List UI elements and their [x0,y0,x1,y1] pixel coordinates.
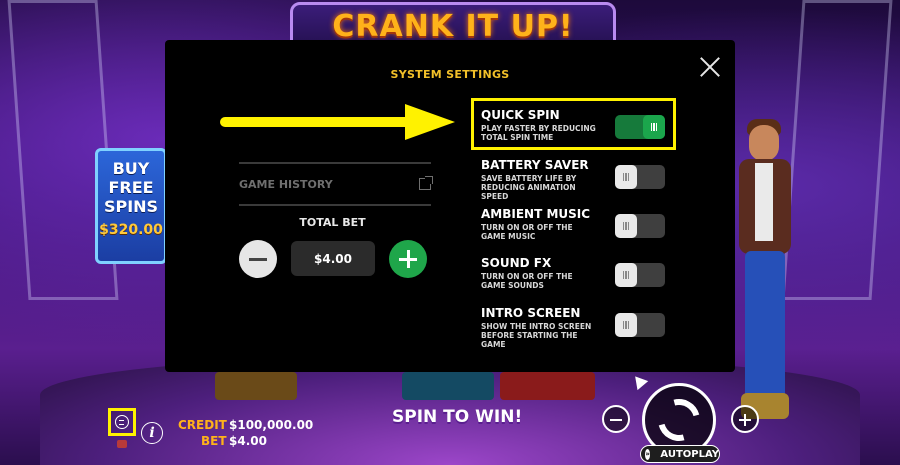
setting-description: TURN ON OR OFF THE GAME MUSIC [481,223,573,241]
setting-quick-spin: QUICK SPIN PLAY FASTER BY REDUCING TOTAL… [481,108,665,152]
credit-value: $100,000.00 [229,418,314,432]
setting-description: SAVE BATTERY LIFE BY REDUCING ANIMATION … [481,174,577,201]
reel-symbol-peek [500,372,595,400]
grip-icon [623,173,629,181]
credit-label: CREDIT [178,418,227,432]
total-bet-label: TOTAL BET [299,216,366,229]
info-button[interactable]: i [141,422,163,444]
game-history-label: GAME HISTORY [239,177,333,191]
grip-icon [623,271,629,279]
toggle-knob [615,165,637,189]
reel-symbol-peek [215,372,297,400]
character-head [749,125,779,161]
arrow-annotation [220,104,485,140]
character-legs [745,251,785,406]
bet-decrease-button[interactable] [602,405,630,433]
sound-icon[interactable] [117,440,127,448]
spin-to-win-banner: SPIN TO WIN! [392,407,523,427]
ambient-music-toggle[interactable] [615,214,665,238]
close-icon[interactable] [697,54,723,80]
setting-sound-fx: SOUND FX TURN ON OR OFF THE GAME SOUNDS [481,256,665,300]
setting-description: SHOW THE INTRO SCREEN BEFORE STARTING TH… [481,322,592,349]
decrease-bet-button[interactable] [239,240,277,278]
grip-icon [623,321,629,329]
buy-free-spins-button[interactable]: BUY FREE SPINS $320.00 [95,148,167,264]
grip-icon [623,222,629,230]
buy-free-price: $320.00 [99,222,163,238]
toggle-knob [615,263,637,287]
increase-bet-button[interactable] [389,240,427,278]
divider [239,162,431,164]
battery-saver-toggle[interactable] [615,165,665,189]
menu-icon [115,415,129,429]
setting-description: TURN ON OR OFF THE GAME SOUNDS [481,272,573,290]
toggle-knob [643,115,665,139]
bet-increase-button[interactable] [731,405,759,433]
arrow-shaft [220,117,410,127]
toggle-knob [615,214,637,238]
buy-free-line-2: FREE [108,178,154,197]
intro-screen-toggle[interactable] [615,313,665,337]
quick-spin-toggle[interactable] [615,115,665,139]
menu-button[interactable] [108,408,136,436]
setting-ambient-music: AMBIENT MUSIC TURN ON OR OFF THE GAME MU… [481,207,665,251]
system-settings-dialog: SYSTEM SETTINGS GAME HISTORY TOTAL BET $… [165,40,735,372]
toggle-knob [615,313,637,337]
setting-intro-screen: INTRO SCREEN SHOW THE INTRO SCREEN BEFOR… [481,306,665,350]
setting-battery-saver: BATTERY SAVER SAVE BATTERY LIFE BY REDUC… [481,158,665,202]
bet-value: $4.00 [229,434,267,448]
game-history-link[interactable]: GAME HISTORY [239,168,433,200]
fast-forward-icon: » [645,448,651,460]
grip-icon [651,123,657,131]
autoplay-label: AUTOPLAY [660,448,719,460]
total-bet-value: $4.00 [291,241,375,276]
buy-free-line-3: SPINS [103,197,159,216]
external-link-icon [419,176,433,190]
sound-fx-toggle[interactable] [615,263,665,287]
character-figure [735,119,797,420]
autoplay-button[interactable]: » AUTOPLAY [640,445,720,463]
buy-free-line-1: BUY [112,159,150,178]
reel-symbol-peek [402,372,494,400]
divider [239,204,431,206]
spin-arrows-icon [650,391,708,449]
character-shirt [755,163,773,241]
bet-label: BET [201,434,227,448]
settings-title: SYSTEM SETTINGS [390,68,510,81]
setting-description: PLAY FASTER BY REDUCING TOTAL SPIN TIME [481,124,596,142]
arrow-head-icon [405,104,455,140]
